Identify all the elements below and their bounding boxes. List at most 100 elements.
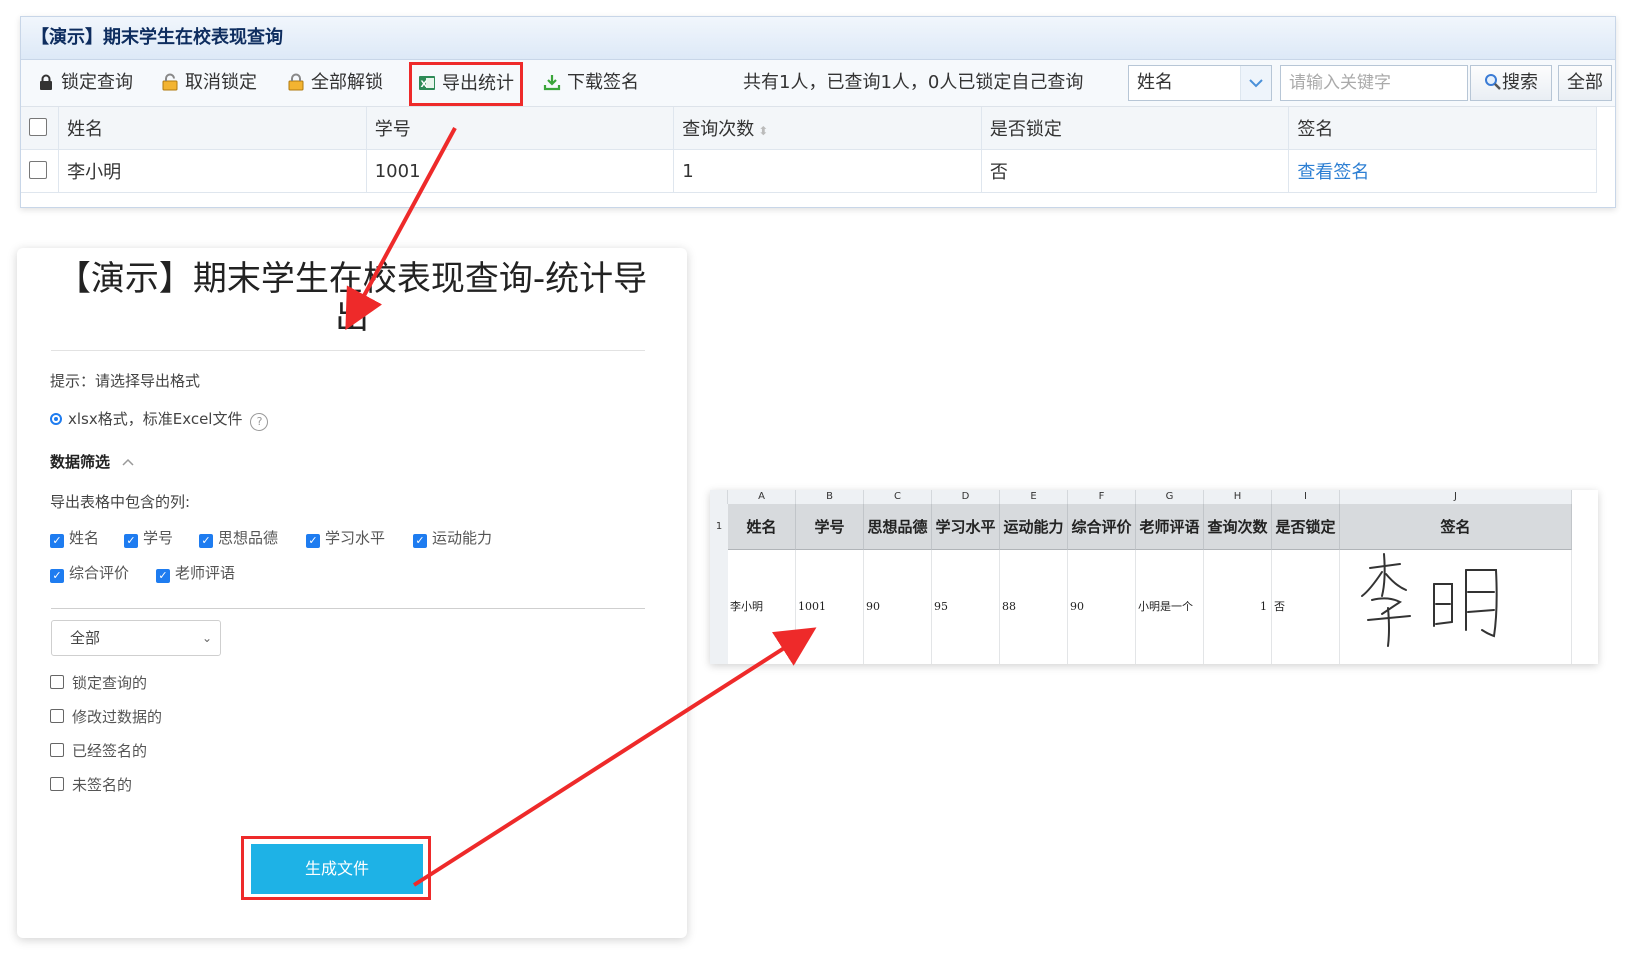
download-signature-button[interactable]: 下载签名	[543, 60, 639, 106]
divider	[51, 350, 645, 351]
column-checkbox-overall[interactable]: ✓ 综合评价	[50, 562, 129, 583]
data-filter-heading[interactable]: 数据筛选	[50, 451, 135, 472]
column-header[interactable]: 是否锁定	[981, 107, 1290, 150]
sheet-data-cell: 1001	[796, 550, 864, 664]
column-letter: E	[1000, 490, 1068, 504]
sheet-header-cell: 签名	[1340, 504, 1572, 550]
check-icon: ✓	[124, 534, 138, 548]
column-letter: I	[1272, 490, 1340, 504]
select-all-checkbox[interactable]	[29, 117, 47, 136]
checkbox[interactable]	[50, 743, 64, 757]
filter-modified[interactable]: 修改过数据的	[50, 706, 162, 727]
show-all-button[interactable]: 全部	[1558, 65, 1612, 101]
unlock-all-button[interactable]: 全部解锁	[287, 60, 383, 106]
id-cell: 1001	[366, 149, 675, 193]
row-number-blank	[710, 550, 728, 664]
field-select[interactable]: 姓名	[1128, 65, 1272, 101]
column-header[interactable]: 学号	[366, 107, 675, 150]
chevron-up-icon	[122, 456, 134, 466]
sheet-data-cell: 95	[932, 550, 1000, 664]
column-letter: G	[1136, 490, 1204, 504]
help-icon[interactable]: ?	[250, 413, 269, 431]
select-all-cell	[21, 107, 60, 150]
row-number: 1	[710, 504, 728, 550]
sheet-header-cell: 是否锁定	[1272, 504, 1340, 550]
dialog-title: 【演示】期末学生在校表现查询-统计导出	[56, 259, 648, 337]
export-stats-button[interactable]: X 导出统计	[409, 62, 523, 106]
keyword-input[interactable]	[1280, 65, 1468, 101]
column-checkbox-comment[interactable]: ✓ 老师评语	[156, 562, 235, 583]
sheet-header-cell: 思想品德	[864, 504, 932, 550]
column-letter: D	[932, 490, 1000, 504]
checkbox[interactable]	[50, 709, 64, 723]
table-row[interactable]: 李小明 1001 1 否 查看签名	[21, 149, 1597, 193]
check-icon: ✓	[50, 534, 64, 548]
sheet-header-cell: 综合评价	[1068, 504, 1136, 550]
sheet-header-cell: 姓名	[728, 504, 796, 550]
lock-icon	[40, 74, 52, 90]
column-letter: J	[1340, 490, 1572, 504]
sheet-header-cell: 学习水平	[932, 504, 1000, 550]
search-icon	[1485, 74, 1501, 90]
sort-icon[interactable]: ⬍	[758, 124, 768, 138]
column-checkbox-name[interactable]: ✓ 姓名	[50, 527, 99, 548]
locked-cell: 否	[981, 149, 1290, 193]
filter-signed[interactable]: 已经签名的	[50, 740, 147, 761]
search-button[interactable]: 搜索	[1470, 65, 1552, 101]
name-cell: 李小明	[58, 149, 367, 193]
format-option[interactable]: xlsx格式，标准Excel文件?	[50, 408, 269, 431]
lock-query-button[interactable]: 锁定查询	[37, 60, 133, 106]
padlock-icon	[288, 73, 304, 91]
corner-cell	[710, 490, 728, 504]
sheet-data-cell: 李小明	[728, 550, 796, 664]
padlock-open-icon	[162, 73, 178, 91]
chevron-down-icon	[1240, 66, 1271, 100]
sheet-data-cell: 1	[1204, 550, 1272, 664]
view-signature-link[interactable]: 查看签名	[1297, 162, 1369, 183]
handwritten-signature	[1361, 553, 1498, 647]
sheet-header-cell: 老师评语	[1136, 504, 1204, 550]
column-checkbox-sports[interactable]: ✓ 运动能力	[413, 527, 492, 548]
radio-selected-icon[interactable]	[50, 413, 62, 425]
query-status-text: 共有1人，已查询1人，0人已锁定自己查询	[743, 72, 1084, 93]
scope-select[interactable]: 全部 ⌄	[51, 620, 221, 656]
checkbox[interactable]	[50, 675, 64, 689]
check-icon: ✓	[306, 534, 320, 548]
signature-cell: 查看签名	[1288, 149, 1597, 193]
excel-icon: X	[419, 76, 435, 90]
row-select-cell	[21, 149, 60, 193]
filter-unsigned[interactable]: 未签名的	[50, 774, 132, 795]
column-checkbox-id[interactable]: ✓ 学号	[124, 527, 173, 548]
format-hint: 提示：请选择导出格式	[50, 372, 201, 390]
sheet-header-cell: 运动能力	[1000, 504, 1068, 550]
row-checkbox[interactable]	[29, 160, 47, 179]
column-header[interactable]: 签名	[1288, 107, 1597, 150]
column-letter: F	[1068, 490, 1136, 504]
column-header[interactable]: 查询次数 ⬍	[673, 107, 982, 150]
column-checkbox-morality[interactable]: ✓ 思想品德	[199, 527, 278, 548]
column-checkbox-study[interactable]: ✓ 学习水平	[306, 527, 385, 548]
unlock-button[interactable]: 取消锁定	[161, 60, 257, 106]
spreadsheet-preview: ABCDEFGHIJ 1 姓名 李小明 学号 1001 思想品德 90 学习水平 95 运动能力…	[710, 490, 1598, 664]
divider	[51, 608, 645, 609]
columns-label: 导出表格中包含的列:	[50, 493, 191, 511]
highlight-box	[241, 836, 431, 900]
check-icon: ✓	[199, 534, 213, 548]
chevron-down-icon: ⌄	[201, 631, 212, 645]
table-header-row: 姓名 学号 查询次数 ⬍ 是否锁定 签名	[21, 107, 1597, 150]
export-dialog: 【演示】期末学生在校表现查询-统计导出 提示：请选择导出格式 xlsx格式，标准…	[17, 248, 687, 938]
toolbar: 锁定查询 取消锁定 全部解锁 X 导出统计 下载签名 共有1人，已查询1人，0人已…	[21, 60, 1615, 107]
check-icon: ✓	[50, 569, 64, 583]
column-header[interactable]: 姓名	[58, 107, 367, 150]
filter-locked[interactable]: 锁定查询的	[50, 672, 147, 693]
sheet-header-cell: 查询次数	[1204, 504, 1272, 550]
sheet-data-cell: 小明是一个	[1136, 550, 1204, 664]
count-cell: 1	[673, 149, 982, 193]
check-icon: ✓	[156, 569, 170, 583]
check-icon: ✓	[413, 534, 427, 548]
sheet-data-cell: 否	[1272, 550, 1340, 664]
download-icon	[543, 75, 561, 91]
sheet-data-cell: 88	[1000, 550, 1068, 664]
column-letter: B	[796, 490, 864, 504]
checkbox[interactable]	[50, 777, 64, 791]
